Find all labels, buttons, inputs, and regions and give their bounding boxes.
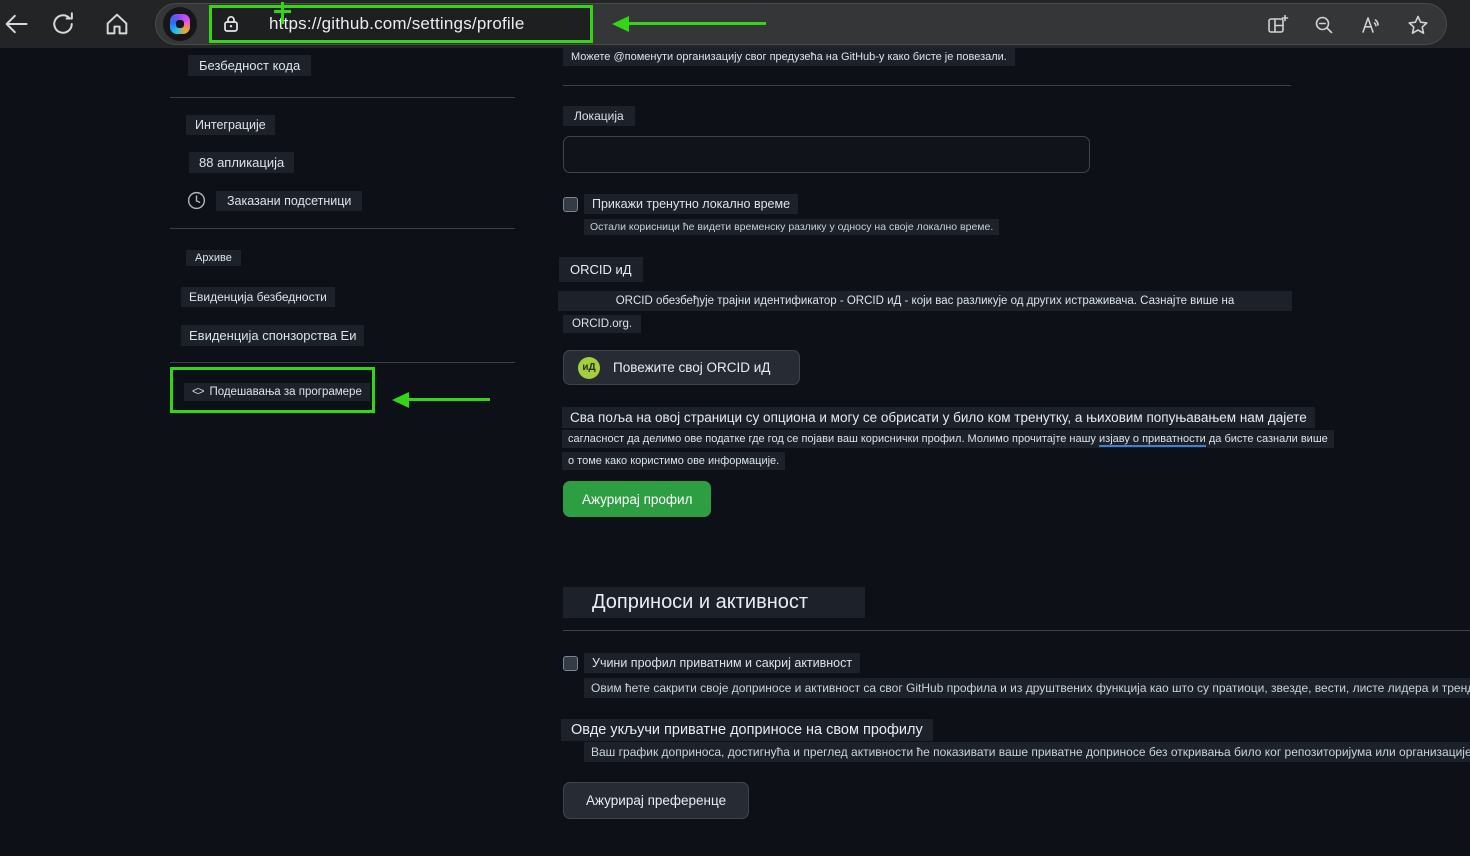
sidebar-divider [170,228,515,229]
sidebar-item-developer-settings[interactable]: <> Подешавања за програмере [184,383,370,401]
back-icon[interactable] [2,10,30,38]
connect-orcid-label: Повежите свој ORCID иД [613,360,771,375]
annotation-plus-marker [274,10,291,13]
annotation-arrow-developer-settings-line [408,398,490,401]
home-icon[interactable] [103,10,131,38]
private-profile-checkbox[interactable] [563,656,578,671]
consent-line-2: сагласност да делимо ове податке где год… [562,430,1334,448]
browser-toolbar: https://github.com/settings/profile [0,0,1470,48]
sidebar-item-security-log[interactable]: Евиденција безбедности [181,287,335,307]
private-profile-description: Овим ћете сакрити своје доприносе и акти… [584,678,1470,698]
annotation-plus-marker [281,2,284,24]
sidebar-item-sponsorship-log[interactable]: Евиденција спонзорства Еи [181,325,365,346]
consent-line-1: Сва поља на овој страници су опциона и м… [562,407,1315,428]
address-bar: https://github.com/settings/profile [155,2,1447,45]
url-highlight-box[interactable]: https://github.com/settings/profile [209,2,593,43]
code-icon: <> [192,386,204,398]
lock-icon[interactable] [219,12,243,36]
sidebar-divider [170,97,515,98]
content-divider [563,630,1470,631]
privacy-statement-link[interactable]: изјаву о приватности [1099,433,1206,447]
zoom-out-icon[interactable] [1312,13,1336,37]
annotation-arrow-url-line [628,22,766,25]
read-aloud-icon[interactable] [1358,13,1382,37]
browser-window: https://github.com/settings/profile Безб… [0,0,1470,856]
sidebar-item-label: Подешавања за програмере [209,386,362,398]
refresh-icon[interactable] [49,10,77,38]
location-input[interactable] [563,136,1090,173]
private-contributions-description: Ваш график доприноса, достигнућа и прегл… [584,742,1470,762]
local-time-checkbox[interactable] [563,197,578,212]
sidebar-item-code-security[interactable]: Безбедност кода [188,55,312,76]
local-time-description: Остали корисници ће видети временску раз… [584,219,1000,235]
favorites-star-icon[interactable] [1406,13,1430,37]
sidebar-item-archives[interactable]: Архиве [186,250,241,266]
consent-line-3: о томе како користимо ове информације. [562,452,786,470]
local-time-label[interactable]: Прикажи тренутно локално време [584,194,799,214]
content-divider [563,85,1291,86]
annotation-arrow-developer-settings [392,392,409,408]
update-profile-button[interactable]: Ажурирај профил [563,481,712,517]
private-contributions-label: Овде укључи приватне доприносе на свом п… [561,719,933,741]
split-screen-icon[interactable] [1265,13,1289,37]
orcid-title: ORCID иД [559,257,643,282]
sidebar-item-scheduled-reminders[interactable]: Заказани подсетници [216,191,363,211]
annotation-arrow-url [612,16,629,32]
mention-note: Можете @поменути организацију свог преду… [563,48,1015,66]
location-label: Локација [563,106,635,126]
clock-icon [186,190,207,216]
private-profile-label[interactable]: Учини профил приватним и сакриј активнос… [584,653,861,673]
consent-line-2-post: да бисте сазнали више [1205,433,1328,445]
sidebar-item-integrations[interactable]: Интеграције [186,115,275,135]
connect-orcid-button[interactable]: иД Повежите свој ORCID иД [563,350,800,385]
consent-line-2-pre: сагласност да делимо ове податке где год… [568,433,1099,445]
orcid-org-link[interactable]: ORCID.org. [563,315,642,333]
copilot-icon[interactable] [163,7,197,41]
contributions-heading: Доприноси и активност [563,587,865,618]
sidebar-divider [170,362,515,363]
url-input[interactable]: https://github.com/settings/profile [269,14,525,34]
orcid-id-icon: иД [578,356,600,379]
sidebar-item-applications[interactable]: 88 апликација [189,152,295,173]
orcid-description: ORCID обезбеђује трајни идентификатор - … [558,291,1292,311]
update-preferences-button[interactable]: Ажурирај преференце [563,782,750,819]
